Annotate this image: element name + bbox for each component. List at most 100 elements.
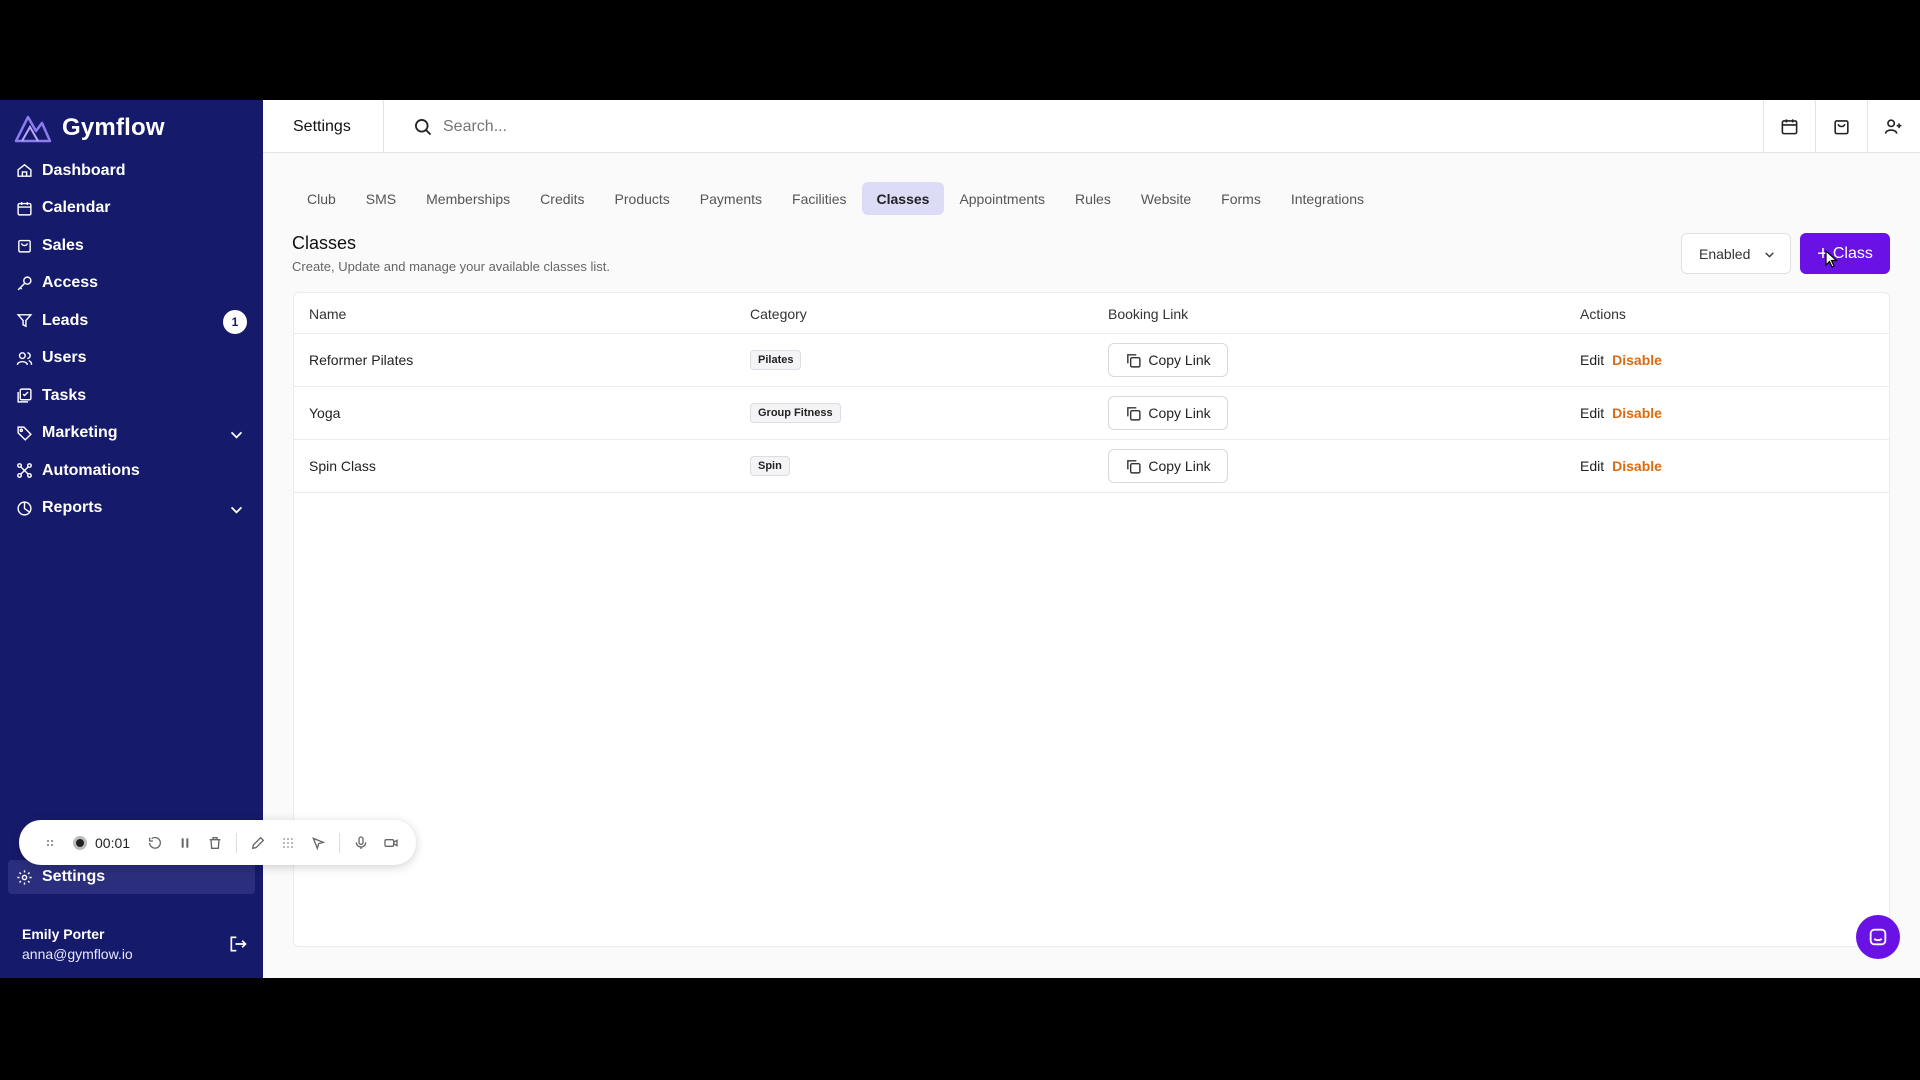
class-name: Spin Class: [309, 458, 376, 474]
copy-link-button[interactable]: Copy Link: [1108, 449, 1228, 483]
search-bar[interactable]: [413, 100, 843, 153]
status-filter-value: Enabled: [1699, 245, 1751, 262]
copy-icon: [1127, 353, 1141, 368]
sales-shortcut-button[interactable]: [1815, 100, 1867, 153]
tab-products[interactable]: Products: [600, 182, 685, 215]
tab-credits[interactable]: Credits: [525, 182, 599, 215]
divider: [383, 100, 384, 153]
restart-icon[interactable]: [140, 828, 170, 858]
tab-integrations[interactable]: Integrations: [1276, 182, 1379, 215]
sidebar-item-users[interactable]: Users: [0, 340, 263, 378]
disable-link[interactable]: Disable: [1612, 458, 1662, 474]
sidebar-item-label: Sales: [42, 236, 84, 254]
chevron-down-icon[interactable]: [228, 501, 245, 518]
blur-icon[interactable]: [273, 828, 303, 858]
sidebar-item-tasks[interactable]: Tasks: [0, 377, 263, 415]
sidebar-item-label: Users: [42, 349, 87, 367]
microphone-icon[interactable]: [346, 828, 376, 858]
sidebar-item-leads[interactable]: Leads 1: [0, 302, 263, 340]
user-profile: Emily Porter anna@gymflow.io: [22, 926, 133, 962]
pencil-icon[interactable]: [243, 828, 273, 858]
column-header-category: Category: [750, 305, 807, 322]
users-icon: [16, 351, 33, 365]
tab-appointments[interactable]: Appointments: [944, 182, 1060, 215]
pie-chart-icon: [17, 501, 32, 516]
edit-link[interactable]: Edit: [1580, 405, 1604, 421]
gear-icon: [17, 869, 32, 885]
disable-link[interactable]: Disable: [1612, 352, 1662, 368]
add-user-icon: [1884, 119, 1902, 134]
sidebar-item-sales[interactable]: Sales: [0, 227, 263, 265]
sidebar-item-reports[interactable]: Reports: [0, 490, 263, 528]
gymflow-logo-icon: [14, 115, 52, 143]
chat-launcher-button[interactable]: [1856, 915, 1900, 959]
disable-link[interactable]: Disable: [1612, 405, 1662, 421]
copy-link-button[interactable]: Copy Link: [1108, 343, 1228, 377]
tab-rules[interactable]: Rules: [1060, 182, 1126, 215]
tab-memberships[interactable]: Memberships: [411, 182, 525, 215]
copy-link-button[interactable]: Copy Link: [1108, 396, 1228, 430]
copy-icon: [1127, 406, 1141, 421]
cursor-highlight-icon[interactable]: [303, 828, 333, 858]
table-row: Yoga Group Fitness Copy Link Edit Disabl…: [294, 387, 1889, 440]
edit-link[interactable]: Edit: [1580, 458, 1604, 474]
sidebar-item-marketing[interactable]: Marketing: [0, 415, 263, 453]
drag-handle-icon[interactable]: [35, 828, 65, 858]
tab-website[interactable]: Website: [1126, 182, 1206, 215]
camera-icon[interactable]: [376, 828, 406, 858]
home-icon: [17, 164, 32, 178]
user-name: Emily Porter: [22, 926, 105, 942]
trash-icon[interactable]: [200, 828, 230, 858]
top-bar: Settings: [263, 100, 1920, 153]
column-header-booking-link: Booking Link: [1108, 305, 1189, 322]
sidebar-item-automations[interactable]: Automations: [0, 452, 263, 490]
tab-payments[interactable]: Payments: [685, 182, 777, 215]
divider: [236, 832, 238, 853]
category-badge: Group Fitness: [750, 403, 841, 423]
section-subtitle: Create, Update and manage your available…: [292, 259, 610, 274]
edit-link[interactable]: Edit: [1580, 352, 1604, 368]
sidebar-item-label: Calendar: [42, 199, 111, 217]
section-title: Classes: [292, 233, 357, 253]
search-input[interactable]: [443, 117, 843, 136]
sidebar-item-label: Settings: [42, 868, 106, 885]
recorder-toolbar: 00:01: [19, 820, 416, 865]
tab-sms[interactable]: SMS: [351, 182, 411, 215]
tab-classes[interactable]: Classes: [861, 182, 945, 215]
tag-icon: [17, 426, 32, 441]
column-header-name: Name: [309, 305, 347, 322]
chevron-down-icon[interactable]: [228, 426, 245, 443]
logo[interactable]: Gymflow: [14, 110, 165, 146]
sidebar-item-label: Dashboard: [42, 161, 126, 179]
table-row: Reformer Pilates Pilates Copy Link Edit …: [294, 334, 1889, 387]
copy-link-label: Copy Link: [1148, 458, 1211, 474]
pause-icon[interactable]: [170, 828, 200, 858]
automations-icon: [17, 463, 32, 479]
divider: [339, 832, 341, 853]
shopping-bag-icon: [1834, 120, 1849, 135]
record-indicator-icon: [73, 835, 87, 850]
tab-forms[interactable]: Forms: [1206, 182, 1276, 215]
tab-facilities[interactable]: Facilities: [777, 182, 861, 215]
sidebar-item-settings[interactable]: Settings: [8, 860, 255, 894]
leads-count-badge: 1: [223, 310, 247, 334]
category-badge: Spin: [750, 456, 790, 476]
sidebar-item-label: Leads: [42, 311, 89, 329]
copy-link-label: Copy Link: [1148, 405, 1211, 421]
tab-club[interactable]: Club: [292, 182, 351, 215]
sidebar-item-label: Reports: [42, 499, 103, 517]
sidebar-item-access[interactable]: Access: [0, 265, 263, 303]
app-name: Gymflow: [62, 114, 165, 141]
page-title: Settings: [293, 117, 351, 135]
logout-icon[interactable]: [228, 934, 248, 954]
add-class-button[interactable]: + Class: [1800, 233, 1890, 274]
status-filter-select[interactable]: Enabled: [1681, 233, 1791, 274]
add-user-button[interactable]: [1867, 100, 1919, 153]
sidebar-item-calendar[interactable]: Calendar: [0, 190, 263, 228]
sidebar-item-label: Automations: [42, 461, 140, 479]
copy-link-label: Copy Link: [1148, 352, 1211, 368]
app-window: Gymflow Dashboard Calendar Sales Access …: [0, 100, 1920, 978]
sidebar-item-dashboard[interactable]: Dashboard: [0, 152, 263, 190]
calendar-shortcut-button[interactable]: [1763, 100, 1815, 153]
sidebar-item-label: Tasks: [42, 386, 87, 404]
